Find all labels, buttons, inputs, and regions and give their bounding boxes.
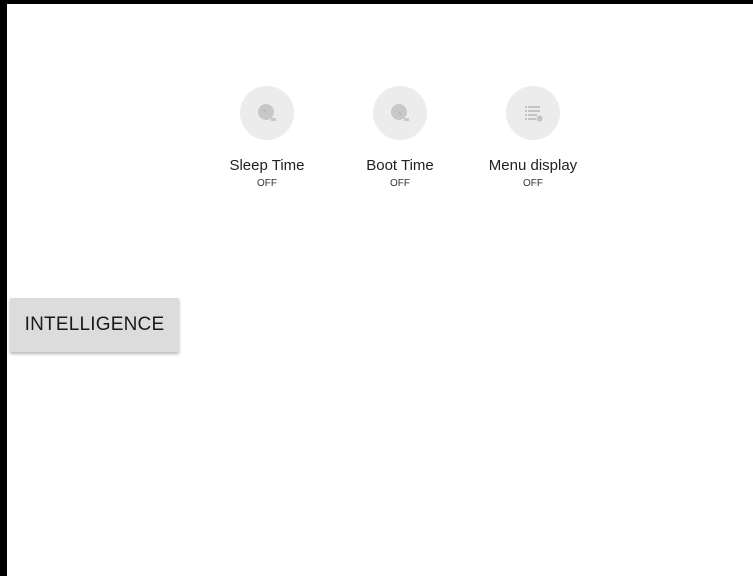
clock-icon xyxy=(258,104,276,121)
boot-time-icon-circle xyxy=(373,86,427,140)
menu-display-tile[interactable]: Menu display OFF xyxy=(468,86,598,190)
sleep-time-label: Sleep Time xyxy=(229,157,305,174)
settings-screen: Sleep Time OFF Boot Time OFF Menu displa… xyxy=(0,0,753,576)
list-icon xyxy=(525,106,543,122)
menu-display-label: Menu display xyxy=(488,157,578,174)
menu-display-icon-circle xyxy=(506,86,560,140)
menu-display-value: OFF xyxy=(523,178,543,189)
boot-time-label: Boot Time xyxy=(366,157,434,174)
boot-time-value: OFF xyxy=(390,178,410,189)
boot-time-tile[interactable]: Boot Time OFF xyxy=(335,86,465,190)
sleep-time-tile[interactable]: Sleep Time OFF xyxy=(202,86,332,190)
sleep-time-icon-circle xyxy=(240,86,294,140)
sleep-time-value: OFF xyxy=(257,178,277,189)
clock-icon xyxy=(391,104,409,121)
intelligence-button[interactable]: INTELLIGENCE xyxy=(10,298,179,352)
